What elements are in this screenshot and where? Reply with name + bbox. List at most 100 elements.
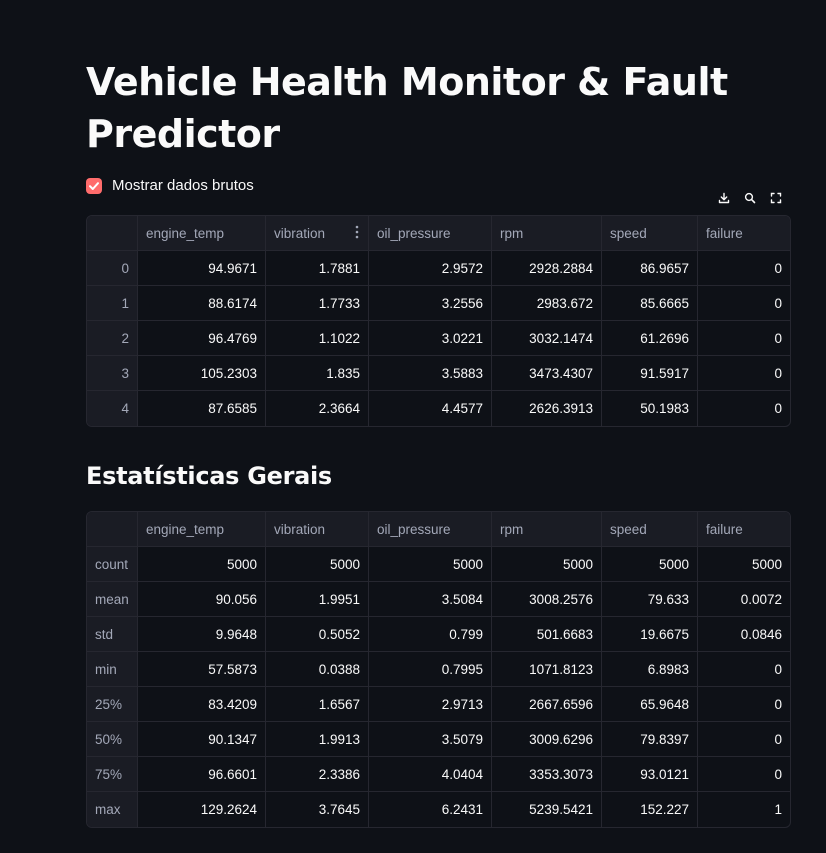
table-cell[interactable]: 5000 [698,547,790,581]
column-header[interactable]: oil_pressure [369,512,492,546]
table-cell[interactable]: 1.7881 [266,251,369,285]
column-header[interactable]: failure [698,512,790,546]
table-cell[interactable]: 0.0846 [698,617,790,651]
table-cell[interactable]: 2.3664 [266,391,369,426]
table-cell[interactable]: 0 [698,757,790,791]
table-cell[interactable]: 3.7645 [266,792,369,827]
table-cell[interactable]: 1.6567 [266,687,369,721]
table-cell[interactable]: 0 [698,722,790,756]
table-cell[interactable]: 1.7733 [266,286,369,320]
table-cell[interactable]: 83.4209 [138,687,266,721]
table-cell[interactable]: 88.6174 [138,286,266,320]
table-cell[interactable]: 3008.2576 [492,582,602,616]
table-cell[interactable]: 1.835 [266,356,369,390]
table-cell[interactable]: 0 [698,356,790,390]
checkbox-label[interactable]: Mostrar dados brutos [112,177,254,194]
fullscreen-icon[interactable] [763,186,789,210]
table-cell[interactable]: 86.9657 [602,251,698,285]
table-cell[interactable]: 4.4577 [369,391,492,426]
table-cell[interactable]: 152.227 [602,792,698,827]
table-cell[interactable]: 96.6601 [138,757,266,791]
table-cell[interactable]: 1.9951 [266,582,369,616]
table-cell[interactable]: 0.7995 [369,652,492,686]
table-cell[interactable]: 2983.672 [492,286,602,320]
table-cell[interactable]: 1071.8123 [492,652,602,686]
table-cell[interactable]: 0.799 [369,617,492,651]
table-cell[interactable]: 3.5883 [369,356,492,390]
table-cell[interactable]: 0.0388 [266,652,369,686]
column-header[interactable]: rpm [492,216,602,250]
table-cell[interactable]: 501.6683 [492,617,602,651]
column-header[interactable]: engine_temp [138,512,266,546]
table-cell[interactable]: 94.9671 [138,251,266,285]
column-header[interactable]: failure [698,216,790,250]
table-cell[interactable]: 79.8397 [602,722,698,756]
column-header[interactable]: speed [602,512,698,546]
table-cell[interactable]: 87.6585 [138,391,266,426]
table-cell[interactable]: 5000 [369,547,492,581]
table-cell[interactable]: 0 [698,652,790,686]
column-header[interactable]: vibration [266,216,369,250]
table-cell[interactable]: 0 [698,251,790,285]
table-cell[interactable]: 5000 [602,547,698,581]
table-cell[interactable]: 3353.3073 [492,757,602,791]
table-cell[interactable]: 3.5084 [369,582,492,616]
table-cell[interactable]: 90.056 [138,582,266,616]
table-cell[interactable]: 1 [698,792,790,827]
column-header[interactable]: oil_pressure [369,216,492,250]
table-cell[interactable]: 3.2556 [369,286,492,320]
table-cell[interactable]: 19.6675 [602,617,698,651]
table-cell[interactable]: 0 [698,286,790,320]
table-cell[interactable]: 5000 [492,547,602,581]
table-cell[interactable]: 85.6665 [602,286,698,320]
column-header[interactable]: vibration [266,512,369,546]
table-cell[interactable]: 2928.2884 [492,251,602,285]
table-cell[interactable]: 2.9572 [369,251,492,285]
table-cell[interactable]: 3.5079 [369,722,492,756]
column-menu-icon[interactable] [355,225,359,242]
table-cell[interactable]: 0.5052 [266,617,369,651]
checkbox-checked-icon[interactable] [86,177,102,194]
table-cell[interactable]: 3.0221 [369,321,492,355]
table-cell[interactable]: 57.5873 [138,652,266,686]
table-cell[interactable]: 3009.6296 [492,722,602,756]
table-cell[interactable]: 2667.6596 [492,687,602,721]
table-cell[interactable]: 9.9648 [138,617,266,651]
table-cell[interactable]: 5000 [266,547,369,581]
table-cell[interactable]: 93.0121 [602,757,698,791]
table-cell[interactable]: 2.9713 [369,687,492,721]
table-cell[interactable]: 3473.4307 [492,356,602,390]
table-cell[interactable]: 0 [698,391,790,426]
column-header[interactable]: speed [602,216,698,250]
table-cell[interactable]: 2626.3913 [492,391,602,426]
table-cell[interactable]: 79.633 [602,582,698,616]
table-cell[interactable]: 129.2624 [138,792,266,827]
table-cell[interactable]: 90.1347 [138,722,266,756]
table-cell[interactable]: 1.9913 [266,722,369,756]
raw-data-table[interactable]: engine_temp vibration oil_pressure rpm s… [86,215,791,427]
table-cell[interactable]: 1.1022 [266,321,369,355]
table-cell[interactable]: 105.2303 [138,356,266,390]
table-cell[interactable]: 3032.1474 [492,321,602,355]
table-cell[interactable]: 6.8983 [602,652,698,686]
table-cell[interactable]: 96.4769 [138,321,266,355]
show-raw-data-checkbox[interactable]: Mostrar dados brutos [86,177,254,194]
table-cell[interactable]: 5239.5421 [492,792,602,827]
table-cell[interactable]: 65.9648 [602,687,698,721]
stats-table[interactable]: engine_temp vibration oil_pressure rpm s… [86,511,791,828]
table-cell[interactable]: 4.0404 [369,757,492,791]
table-cell[interactable]: 6.2431 [369,792,492,827]
table-cell[interactable]: 91.5917 [602,356,698,390]
search-icon[interactable] [737,186,763,210]
column-header[interactable]: rpm [492,512,602,546]
column-header[interactable]: engine_temp [138,216,266,250]
table-cell[interactable]: 61.2696 [602,321,698,355]
download-icon[interactable] [711,186,737,210]
row-index: 75% [87,757,138,791]
table-cell[interactable]: 0 [698,687,790,721]
table-cell[interactable]: 2.3386 [266,757,369,791]
table-cell[interactable]: 0.0072 [698,582,790,616]
table-cell[interactable]: 0 [698,321,790,355]
table-cell[interactable]: 5000 [138,547,266,581]
table-cell[interactable]: 50.1983 [602,391,698,426]
